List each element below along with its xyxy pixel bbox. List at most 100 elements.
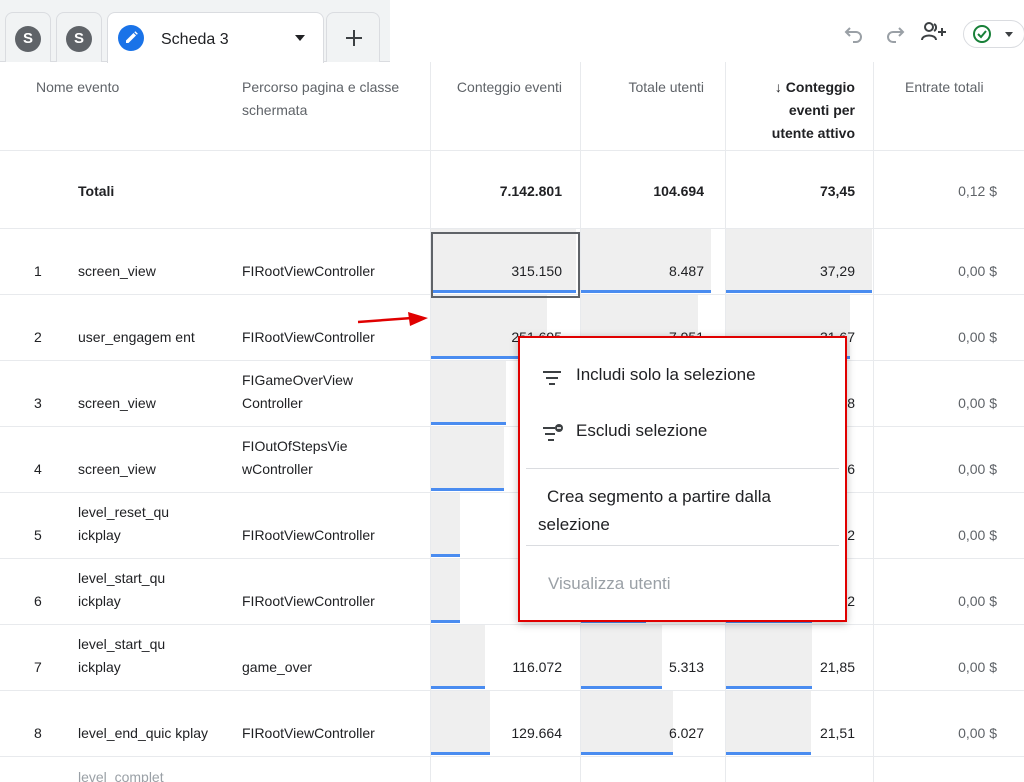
value-bar-underline <box>581 290 711 293</box>
pencil-icon <box>118 25 144 51</box>
share-users-icon[interactable] <box>920 20 948 44</box>
value-bar-underline <box>431 488 504 491</box>
value-bar-underline <box>431 752 490 755</box>
header-event-name[interactable]: Nome evento <box>36 76 206 99</box>
totals-event-count: 7.142.801 <box>499 183 562 199</box>
avatar: S <box>15 26 41 52</box>
check-circle-icon <box>973 25 991 43</box>
event-name-cell: level_start_qu ickplay <box>78 636 166 675</box>
report-table: Nome evento Percorso pagina e classe sch… <box>0 62 1024 782</box>
event-name-cell: level_end_quic kplay <box>78 725 208 741</box>
menu-divider <box>526 468 839 469</box>
total-users-cell: 6.027 <box>668 725 704 741</box>
total-revenue-cell: 0,00 $ <box>958 527 997 543</box>
page-path-cell: FIRootViewController <box>242 725 375 741</box>
event-name-cell: screen_view <box>78 263 156 279</box>
row-number: 6 <box>34 593 42 609</box>
value-bar-underline <box>726 290 872 293</box>
header-page-path[interactable]: Percorso pagina e classe schermata <box>242 76 412 122</box>
row-number: 3 <box>34 395 42 411</box>
table-row[interactable]: 5 level_reset_qu ickplay FIRootViewControl… <box>0 493 1024 559</box>
tab-2[interactable]: S <box>56 12 102 62</box>
include-selection-item[interactable]: Includi solo la selezione <box>520 365 845 393</box>
header-total-revenue[interactable]: Entrate totali <box>905 76 1015 99</box>
total-revenue-cell: 0,00 $ <box>958 659 997 675</box>
menu-divider <box>526 545 839 546</box>
include-selection-label: Includi solo la selezione <box>576 365 756 384</box>
event-name-cell: level_reset_qu ickplay <box>78 504 170 543</box>
event-name-cell: user_engagem ent <box>78 329 195 345</box>
value-bar-underline <box>431 554 460 557</box>
total-revenue-cell: 0,00 $ <box>958 395 997 411</box>
totals-total-revenue: 0,12 $ <box>958 183 997 199</box>
row-number: 5 <box>34 527 42 543</box>
view-users-item: Visualizza utenti <box>548 574 671 593</box>
tab-active[interactable]: Scheda 3 <box>107 12 324 63</box>
header-total-users[interactable]: Totale utenti <box>594 76 705 99</box>
page-path-cell: game_over <box>242 659 313 675</box>
totals-total-users: 104.694 <box>653 183 704 199</box>
undo-icon[interactable] <box>843 22 865 44</box>
chevron-down-icon[interactable] <box>295 35 305 41</box>
event-name-cell: screen_view <box>78 395 156 411</box>
total-revenue-cell: 0,00 $ <box>958 461 997 477</box>
chevron-down-icon <box>1005 32 1013 37</box>
event-count-cell: 129.664 <box>511 725 562 741</box>
tab-1[interactable]: S <box>5 12 51 62</box>
row-divider <box>0 756 1024 757</box>
value-bar-underline <box>431 422 506 425</box>
page-path-cell: FIGameOverView Controller <box>242 372 353 411</box>
filter-icon <box>543 371 561 385</box>
redo-icon[interactable] <box>884 22 906 44</box>
row-number: 2 <box>34 329 42 345</box>
totals-label: Totali <box>78 183 115 199</box>
selected-cell[interactable] <box>431 232 580 298</box>
tab-label: Scheda 3 <box>161 31 229 48</box>
event-count-cell: 116.072 <box>512 659 562 675</box>
avatar: S <box>66 26 92 52</box>
header-events-per-user[interactable]: ↓ Conteggio eventi per utente attivo <box>745 76 855 145</box>
page-path-cell: FIRootViewController <box>242 263 375 279</box>
events-per-user-cell: 21,85 <box>819 659 855 675</box>
table-row[interactable]: 3screen_viewFIGameOverView Controller168… <box>0 361 1024 427</box>
total-revenue-cell: 0,00 $ <box>958 263 997 279</box>
events-per-user-cell: 21,51 <box>819 725 855 741</box>
page-path-cell: FIRootViewController <box>242 527 375 543</box>
tab-bar: S S Scheda 3 <box>0 0 1024 63</box>
value-bar-underline <box>581 686 662 689</box>
totals-events-per-user: 73,45 <box>819 183 855 199</box>
context-menu: Includi solo la selezione Escludi selezi… <box>518 336 847 622</box>
value-bar-underline <box>726 752 811 755</box>
header-divider <box>0 150 1024 151</box>
table-row[interactable]: 8 level_end_quic kplay FIRootViewControlle… <box>0 691 1024 757</box>
row-number: 8 <box>34 725 42 741</box>
value-bar-underline <box>431 686 485 689</box>
total-users-cell: 8.487 <box>668 263 704 279</box>
table-row[interactable]: 6 level_start_qu ickplay FIRootViewControl… <box>0 559 1024 625</box>
create-segment-item[interactable]: Crea segmento a partire dalla selezione <box>538 483 828 539</box>
plus-icon <box>346 30 362 46</box>
total-revenue-cell: 0,00 $ <box>958 329 997 345</box>
total-revenue-cell: 0,00 $ <box>958 593 997 609</box>
status-dropdown[interactable] <box>963 20 1024 48</box>
arrow-annotation-icon <box>357 312 428 326</box>
page-path-cell: FIRootViewController <box>242 593 375 609</box>
value-bar-underline <box>581 752 673 755</box>
exclude-selection-label: Escludi selezione <box>576 421 708 440</box>
event-name-cell: screen_view <box>78 461 156 477</box>
header-event-count[interactable]: Conteggio eventi <box>452 76 562 99</box>
page-path-cell: FIOutOfStepsVie wController <box>242 438 348 477</box>
value-bar-underline <box>431 620 460 623</box>
total-users-cell: 5.313 <box>668 659 704 675</box>
value-bar-underline <box>726 686 812 689</box>
event-name-cell: level_start_qu ickplay <box>78 570 166 609</box>
exclude-selection-item[interactable]: Escludi selezione <box>520 421 845 449</box>
total-revenue-cell: 0,00 $ <box>958 725 997 741</box>
row-number: 7 <box>34 659 42 675</box>
table-row[interactable]: 4screen_viewFIOutOfStepsVie wController1… <box>0 427 1024 493</box>
table-row[interactable]: 2user_engagem entFIRootViewController251… <box>0 295 1024 361</box>
row-number: 1 <box>34 263 42 279</box>
table-row[interactable]: 7 level_start_qu ickplay game_over 116.072 5… <box>0 625 1024 691</box>
filter-exclude-icon <box>543 424 563 441</box>
add-tab-button[interactable] <box>326 12 380 62</box>
